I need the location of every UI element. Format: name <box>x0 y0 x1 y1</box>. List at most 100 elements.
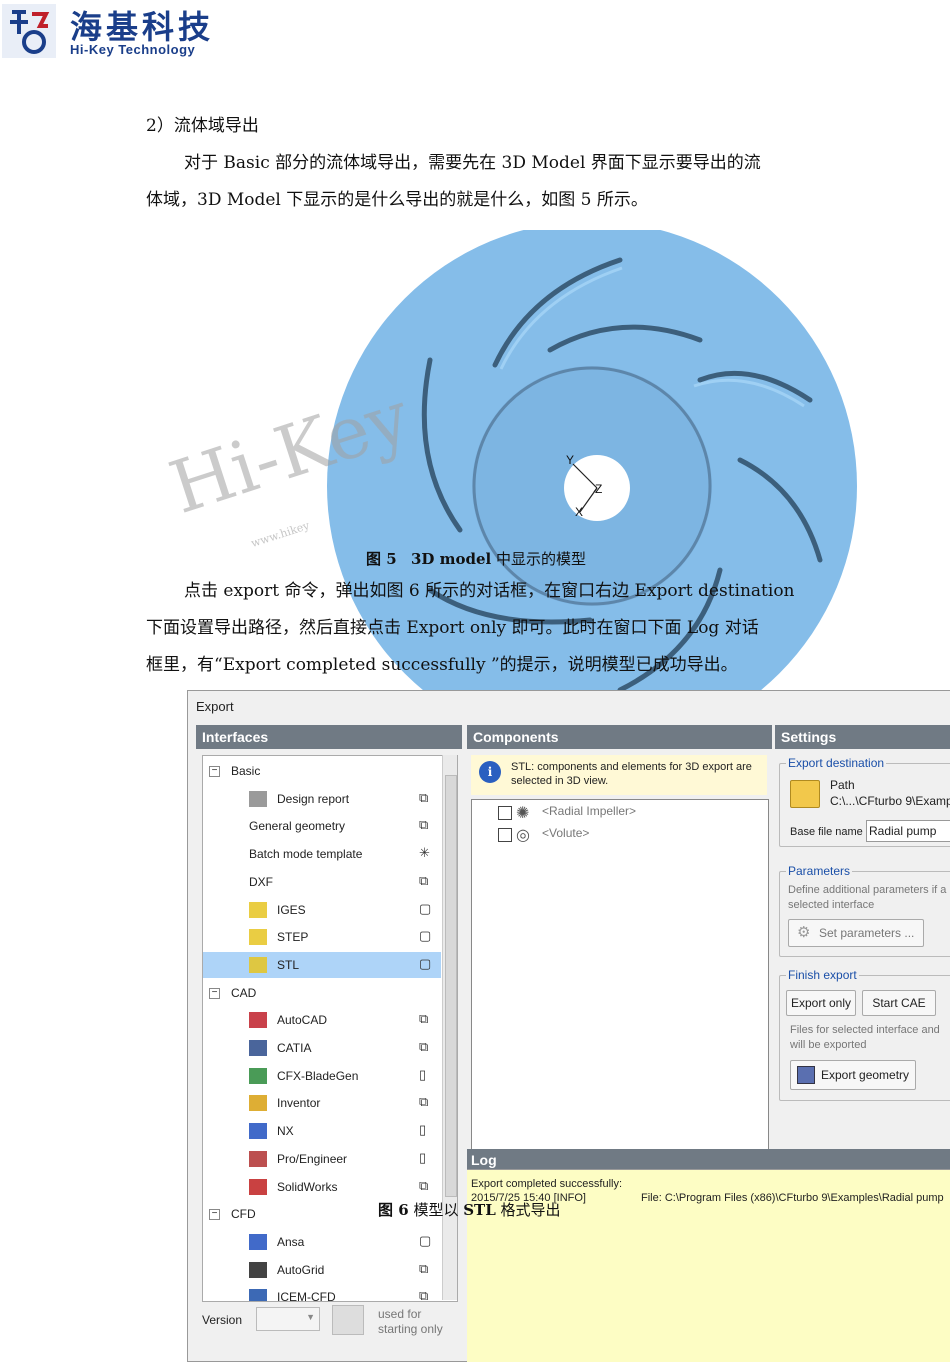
tree-item[interactable]: DXF ⧉ <box>203 869 441 895</box>
tree-group-basic[interactable]: − Basic <box>203 758 441 784</box>
copy-settings-icon[interactable] <box>332 1305 364 1335</box>
tree-item[interactable]: SolidWorks ⧉ <box>203 1174 441 1200</box>
export-geometry-label: Export geometry <box>821 1068 910 1082</box>
tree-item-label: General geometry <box>249 819 346 834</box>
tree-item-label: Batch mode template <box>249 847 363 862</box>
tree-item-label: IGES <box>277 902 306 917</box>
solidworks-icon <box>249 1178 267 1195</box>
tree-item[interactable]: NX ▯ <box>203 1118 441 1144</box>
copy-icon[interactable]: ⧉ <box>419 818 433 832</box>
tree-item[interactable]: IGES ▢ <box>203 897 441 923</box>
copy-icon[interactable]: ⧉ <box>419 1289 433 1301</box>
asterisk-icon[interactable]: ✳ <box>419 846 433 860</box>
export-only-button[interactable]: Export only <box>786 990 856 1016</box>
bladegen-icon <box>249 1067 267 1084</box>
path-label: Path <box>830 778 855 792</box>
tree-item[interactable]: Pro/Engineer ▯ <box>203 1146 441 1172</box>
box-icon[interactable]: ▢ <box>419 956 433 971</box>
gear-icon: ⚙ <box>797 924 811 941</box>
log-line-2-file: File: C:\Program Files (x86)\CFturbo 9\E… <box>641 1192 944 1204</box>
tree-item-label: NX <box>277 1124 294 1139</box>
base-file-input[interactable]: Radial pump <box>866 820 950 842</box>
interfaces-header: Interfaces <box>196 725 462 749</box>
collapse-icon[interactable]: − <box>209 766 220 777</box>
inventor-icon <box>249 1095 267 1112</box>
set-parameters-button[interactable]: ⚙ Set parameters ... <box>788 919 924 947</box>
scrollbar-thumb[interactable] <box>445 775 457 1197</box>
copy-icon[interactable]: ⧉ <box>419 1040 433 1054</box>
chevron-down-icon: ▼ <box>306 1312 315 1322</box>
catia-icon <box>249 1040 267 1056</box>
finish-desc-2: will be exported <box>790 1039 867 1051</box>
company-logo: 海基科技 Hi-Key Technology <box>0 0 235 62</box>
export-geometry-button[interactable]: Export geometry <box>790 1060 916 1090</box>
set-parameters-label: Set parameters ... <box>819 926 915 940</box>
volute-icon: ◎ <box>516 827 530 844</box>
tree-item[interactable]: Inventor ⧉ <box>203 1090 441 1116</box>
component-volute[interactable]: ◎ <Volute> <box>482 824 722 846</box>
folder-icon[interactable] <box>790 780 820 808</box>
component-radial-impeller[interactable]: ✺ <Radial Impeller> <box>482 802 722 824</box>
tree-item-label: Pro/Engineer <box>277 1151 348 1166</box>
export-destination-group: Export destination Path C:\...\CFturbo 9… <box>779 756 950 847</box>
tree-item[interactable]: Design report ⧉ <box>203 786 441 812</box>
square-icon[interactable]: ▯ <box>419 1123 433 1137</box>
used-for-text: used for <box>378 1307 422 1321</box>
copy-icon[interactable]: ⧉ <box>419 1012 433 1026</box>
impeller-icon: ✺ <box>516 805 530 822</box>
tree-group-label: Basic <box>231 764 261 778</box>
autocad-icon <box>249 1012 267 1029</box>
paragraph-2-line-1: 点击 export 命令，弹出如图 6 所示的对话框，在窗口右边 Export … <box>184 581 795 601</box>
copy-icon[interactable]: ⧉ <box>419 873 433 888</box>
tree-item[interactable]: ICEM-CFD ⧉ <box>203 1284 441 1302</box>
log-line-1: Export completed successfully: <box>471 1178 623 1190</box>
copy-icon[interactable]: ⧉ <box>419 1261 433 1276</box>
tree-item-label: ICEM-CFD <box>277 1290 336 1302</box>
tree-item[interactable]: AutoCAD ⧉ <box>203 1007 441 1033</box>
copy-icon[interactable]: ⧉ <box>419 790 433 805</box>
logo-english-text: Hi-Key Technology <box>70 42 196 57</box>
tree-item[interactable]: CFX-BladeGen ▯ <box>203 1063 441 1089</box>
tree-item[interactable]: STEP ▢ <box>203 924 441 950</box>
info-icon: i <box>479 761 501 783</box>
finish-export-group: Finish export Export only Start CAE File… <box>779 968 950 1101</box>
paragraph-2-line-3: 框里，有“Export completed successfully ”的提示，… <box>146 655 738 675</box>
tree-item-label: AutoCAD <box>277 1013 328 1028</box>
tree-item[interactable]: CATIA ⧉ <box>203 1035 441 1061</box>
start-cae-button[interactable]: Start CAE <box>862 990 936 1016</box>
box-icon[interactable]: ▢ <box>419 1233 433 1248</box>
section-heading: 2）流体域导出 <box>146 116 259 136</box>
tree-item[interactable]: AutoGrid ⧉ <box>203 1257 441 1283</box>
components-list: ✺ <Radial Impeller> ◎ <Volute> <box>471 799 769 1153</box>
checkbox[interactable] <box>498 828 512 842</box>
component-label: <Volute> <box>542 826 590 840</box>
starting-only-text: starting only <box>378 1322 443 1336</box>
collapse-icon[interactable]: − <box>209 1209 220 1221</box>
tree-group-cad[interactable]: − CAD <box>203 980 441 1006</box>
copy-icon[interactable]: ⧉ <box>419 1095 433 1109</box>
checkbox[interactable] <box>498 806 512 820</box>
copy-icon[interactable]: ⧉ <box>419 1178 433 1193</box>
tree-item-label: CATIA <box>277 1041 312 1055</box>
tree-item[interactable]: STL ▢ <box>203 951 441 978</box>
square-icon[interactable]: ▯ <box>419 1067 433 1082</box>
collapse-icon[interactable]: − <box>209 987 220 999</box>
box-icon[interactable]: ▢ <box>419 901 433 916</box>
finish-export-title: Finish export <box>786 968 859 982</box>
tree-item-label: STEP <box>277 930 309 945</box>
version-select[interactable]: ▼ <box>256 1307 320 1331</box>
components-header: Components <box>467 725 772 749</box>
figure-5-number: 图 5 <box>366 550 397 568</box>
figure-5-text: 中显示的模型 <box>491 550 587 568</box>
tree-item-label: Ansa <box>277 1234 305 1249</box>
axis-label-x: X <box>575 505 584 519</box>
autogrid-icon <box>249 1261 267 1278</box>
paragraph-1-line-1: 对于 Basic 部分的流体域导出，需要先在 3D Model 界面下显示要导出… <box>184 153 761 173</box>
ansa-icon <box>249 1233 267 1250</box>
box-icon[interactable]: ▢ <box>419 929 433 943</box>
tree-item[interactable]: Ansa ▢ <box>203 1229 441 1255</box>
tree-item[interactable]: General geometry ⧉ <box>203 813 441 839</box>
tree-item[interactable]: Batch mode template ✳ <box>203 841 441 867</box>
square-icon[interactable]: ▯ <box>419 1150 433 1165</box>
cube-icon <box>249 901 267 918</box>
